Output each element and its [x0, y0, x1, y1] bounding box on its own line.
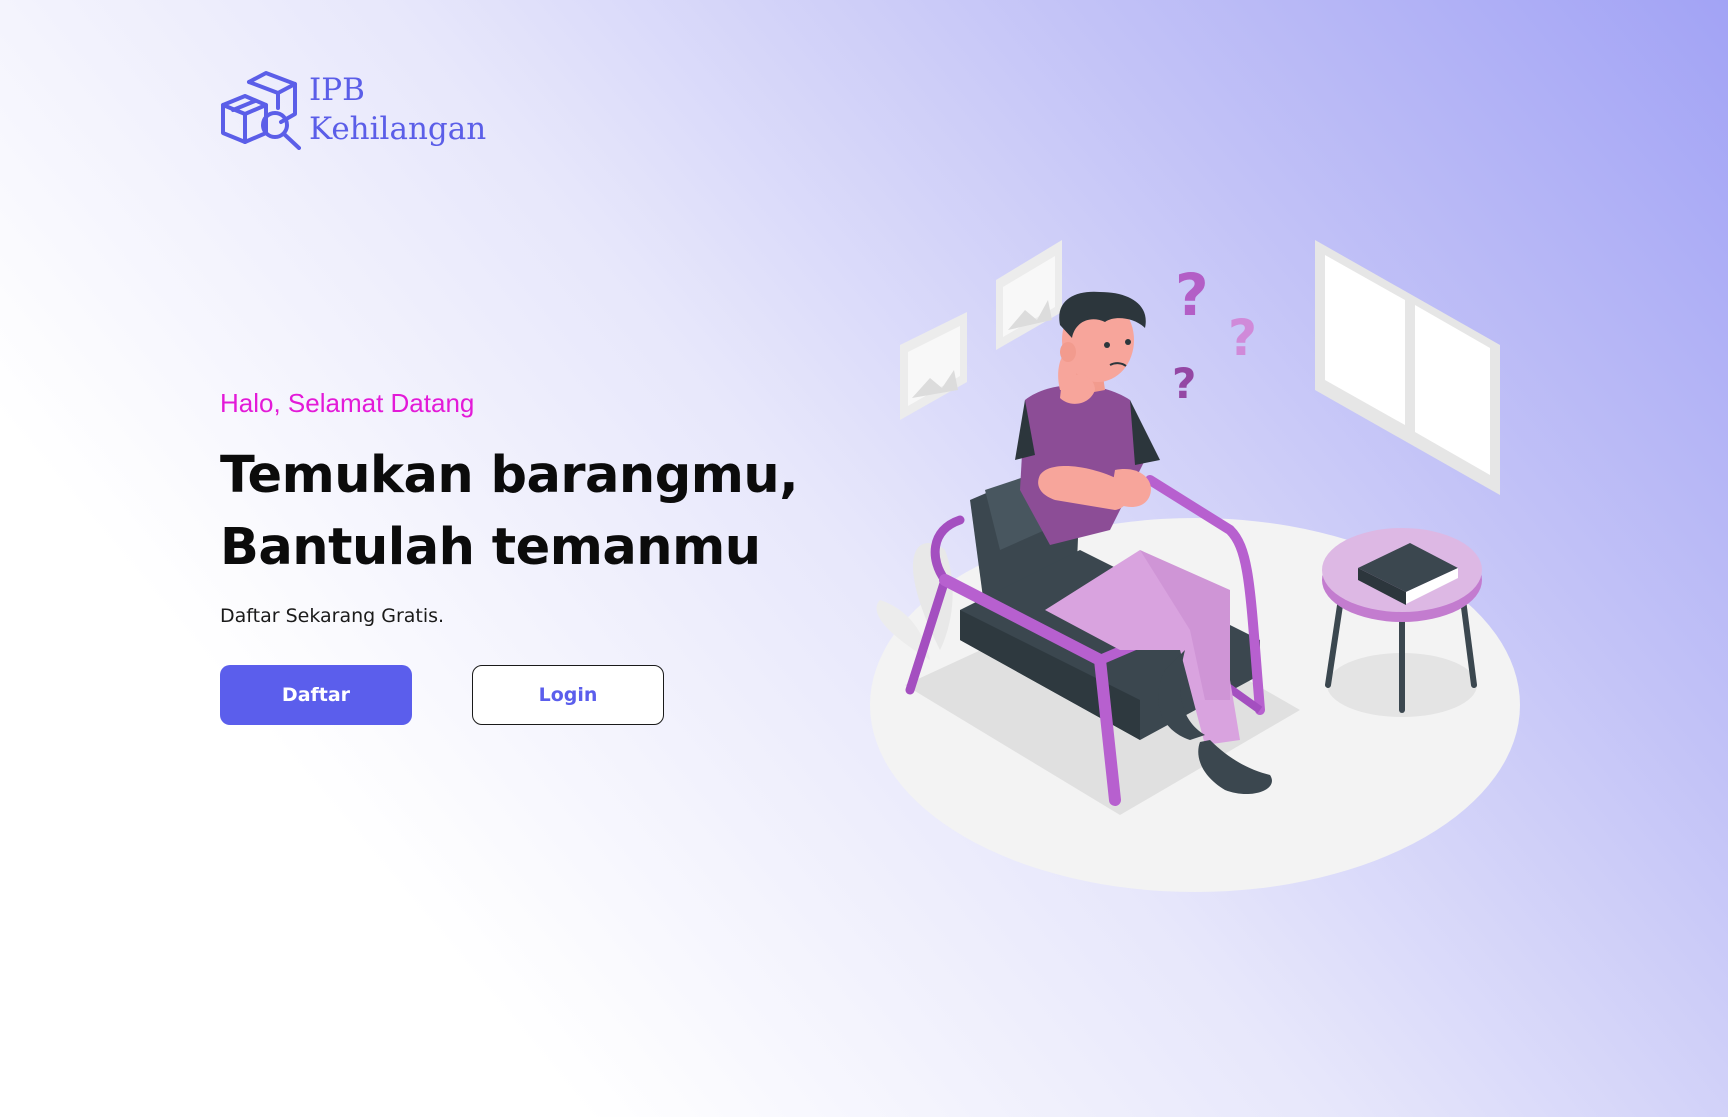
question-mark: ? [1175, 261, 1209, 329]
brand-logo[interactable]: IPB Kehilangan [219, 70, 486, 150]
headline-line2: Bantulah temanmu [220, 518, 761, 577]
window [1315, 240, 1500, 495]
confused-person-in-chair-illustration: ? ? ? [870, 240, 1520, 892]
brand-name-line2: Kehilangan [309, 111, 487, 147]
login-button[interactable]: Login [472, 665, 664, 725]
headline-line1: Temukan barangmu, [220, 446, 799, 505]
brand-name-line1: IPB [309, 72, 365, 108]
register-button[interactable]: Daftar [220, 665, 412, 725]
greeting-text: Halo, Selamat Datang [220, 388, 475, 418]
box-search-icon [221, 71, 301, 150]
wall-frame-right [996, 240, 1062, 350]
question-mark: ? [1172, 359, 1196, 408]
brand-name: IPB Kehilangan [309, 71, 486, 149]
wall-frame-left [900, 312, 967, 420]
question-mark: ? [1228, 309, 1257, 367]
hero-headline: Temukan barangmu, Bantulah temanmu [220, 440, 799, 584]
hero-subtext: Daftar Sekarang Gratis. [220, 605, 445, 627]
